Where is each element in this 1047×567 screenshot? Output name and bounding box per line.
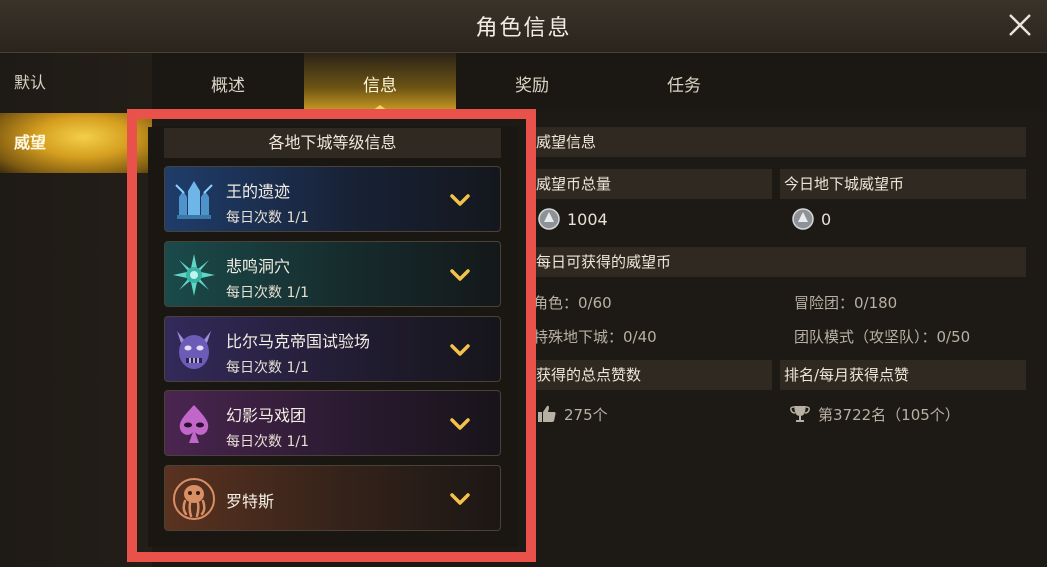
role-limit: 角色：0/60 — [533, 294, 612, 312]
dungeon-panel-title: 各地下城等级信息 — [164, 128, 501, 158]
teal-flower-icon — [173, 254, 215, 296]
tab-overview[interactable]: 概述 — [152, 53, 304, 111]
close-icon[interactable] — [1005, 10, 1035, 40]
tab-quests-label: 任务 — [667, 76, 701, 96]
dungeon-name: 悲鸣洞穴 — [226, 257, 291, 276]
rank-header: 排名/每月获得点赞 — [780, 360, 1026, 390]
daily-prestige-header: 每日可获得的威望币 — [532, 247, 1026, 277]
prestige-coin-icon — [792, 208, 814, 230]
dungeon-name: 罗特斯 — [226, 492, 275, 511]
crystal-ruins-icon — [175, 181, 213, 219]
dungeon-card-rotus[interactable]: 罗特斯 — [164, 465, 501, 531]
window-title: 角色信息 — [475, 16, 572, 41]
prestige-total-label: 威望币总量 — [532, 169, 772, 199]
tab-rewards-label: 奖励 — [515, 76, 549, 96]
dungeon-card-phantom-circus[interactable]: 幻影马戏团 每日次数 1/1 — [164, 390, 501, 456]
tab-quests[interactable]: 任务 — [608, 53, 760, 111]
chevron-down-icon — [450, 418, 470, 430]
dungeon-card-kings-ruins[interactable]: 王的遗迹 每日次数 1/1 — [164, 166, 501, 232]
today-dungeon-prestige-value: 0 — [821, 210, 832, 229]
chevron-down-icon — [450, 269, 470, 281]
raid-mode-limit: 团队模式（攻坚队）：0/50 — [794, 328, 971, 346]
dungeon-daily-count: 每日次数 1/1 — [226, 434, 309, 450]
prestige-total-value: 1004 — [567, 210, 608, 229]
dungeon-daily-count: 每日次数 1/1 — [226, 285, 309, 301]
octopus-icon — [173, 478, 215, 520]
today-dungeon-prestige-label: 今日地下城威望币 — [780, 169, 1026, 199]
top-tabs: 概述 信息 奖励 任务 — [152, 53, 1047, 111]
prestige-coin-icon — [538, 208, 560, 230]
side-tab-default[interactable]: 默认 — [0, 53, 152, 113]
chevron-down-icon — [450, 344, 470, 356]
adventure-team-limit: 冒险团：0/180 — [794, 294, 898, 312]
thumbs-up-icon — [538, 405, 556, 422]
chevron-down-icon — [450, 493, 470, 505]
dungeon-name: 王的遗迹 — [226, 182, 291, 201]
chevron-down-icon — [450, 194, 470, 206]
dungeon-name: 幻影马戏团 — [226, 406, 307, 425]
dungeon-daily-count: 每日次数 1/1 — [226, 210, 309, 226]
total-likes-value: 275个 — [564, 406, 608, 424]
dungeon-daily-count: 每日次数 1/1 — [226, 360, 309, 376]
special-dungeon-limit: 特殊地下城：0/40 — [533, 328, 657, 346]
tab-info-label: 信息 — [363, 76, 397, 96]
dungeon-name: 比尔马克帝国试验场 — [226, 332, 371, 351]
side-nav: 默认 威望 — [0, 53, 152, 567]
rank-value: 第3722名（105个） — [818, 406, 960, 424]
tab-info[interactable]: 信息 — [304, 53, 456, 111]
tab-rewards[interactable]: 奖励 — [456, 53, 608, 111]
dungeon-card-wailing-cave[interactable]: 悲鸣洞穴 每日次数 1/1 — [164, 241, 501, 307]
dungeon-card-bilmark-proving-ground[interactable]: 比尔马克帝国试验场 每日次数 1/1 — [164, 316, 501, 382]
total-likes-header: 获得的总点赞数 — [532, 360, 772, 390]
spade-mask-icon — [179, 405, 209, 443]
title-bar: 角色信息 — [0, 0, 1047, 53]
trophy-icon — [790, 406, 810, 422]
tab-overview-label: 概述 — [211, 76, 245, 96]
purple-beast-icon — [177, 331, 211, 369]
prestige-info-header: 威望信息 — [532, 127, 1026, 157]
side-tab-prestige[interactable]: 威望 — [0, 113, 152, 173]
